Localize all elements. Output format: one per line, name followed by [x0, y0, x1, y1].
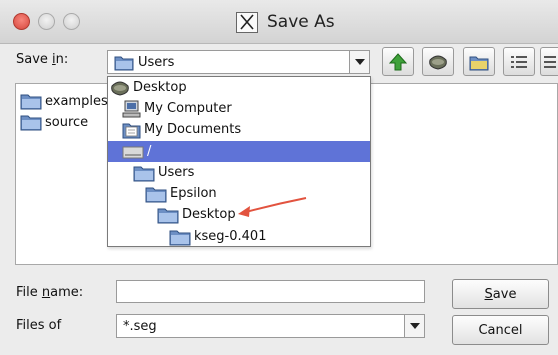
- files-of-selected-text: *.seg: [123, 318, 157, 334]
- title-wrap: Save As: [236, 11, 335, 33]
- dropdown-item-users[interactable]: Users: [108, 162, 370, 183]
- save-in-label: Save in:: [16, 52, 68, 67]
- folder-icon: [145, 187, 167, 202]
- list-item[interactable]: examples: [20, 92, 108, 110]
- chevron-down-icon[interactable]: [349, 51, 369, 73]
- list-item[interactable]: source: [20, 113, 88, 131]
- file-name-text: source: [45, 114, 89, 130]
- save-in-label-post: n:: [55, 52, 69, 67]
- save-in-selected-text: Users: [138, 54, 175, 70]
- save-mnemonic: S: [484, 286, 493, 302]
- save-button-label: Save: [485, 287, 517, 302]
- dropdown-item-desktop[interactable]: Desktop: [108, 77, 370, 98]
- save-button[interactable]: Save: [452, 279, 549, 309]
- dropdown-item-my-computer[interactable]: My Computer: [108, 98, 370, 119]
- save-in-value: Users: [108, 54, 349, 71]
- up-arrow-icon: [388, 52, 408, 70]
- close-window-button[interactable]: [13, 13, 30, 30]
- desktop-button[interactable]: [422, 47, 454, 76]
- annotation-arrow-icon: [238, 197, 307, 217]
- folder-icon: [157, 208, 179, 223]
- file-name-input[interactable]: [116, 280, 425, 303]
- folder-icon: [133, 166, 155, 181]
- documents-icon: [122, 123, 141, 138]
- dropdown-item-label: My Documents: [144, 122, 242, 137]
- dropdown-item-label: Desktop: [182, 207, 236, 222]
- maximize-window-button[interactable]: [63, 13, 80, 30]
- window-title: Save As: [267, 12, 335, 32]
- file-name-label-post: ame:: [50, 285, 84, 300]
- folder-icon: [20, 94, 42, 110]
- folder-icon: [114, 56, 134, 70]
- save-in-combo[interactable]: Users: [107, 50, 370, 74]
- file-name-label: File name:: [16, 285, 83, 300]
- save-in-label-pre: Save: [16, 52, 53, 67]
- folder-icon: [169, 230, 191, 245]
- dropdown-item-label: Epsilon: [170, 186, 217, 201]
- dropdown-item-label: Users: [158, 165, 195, 180]
- files-of-label: Files of: [16, 318, 62, 333]
- dropdown-item-label: Desktop: [133, 80, 187, 95]
- save-in-dropdown-list: Desktop My Computer My Documents / Users…: [107, 76, 371, 247]
- dropdown-item-root[interactable]: /: [108, 141, 370, 162]
- files-of-combo[interactable]: *.seg: [116, 314, 425, 338]
- title-bar: Save As: [0, 0, 558, 44]
- dropdown-item-label: kseg-0.401: [194, 229, 267, 244]
- folder-icon: [20, 115, 42, 131]
- dropdown-item-label: My Computer: [144, 101, 232, 116]
- dropdown-item-kseg[interactable]: kseg-0.401: [108, 226, 370, 247]
- files-of-value: *.seg: [117, 319, 404, 334]
- up-one-level-button[interactable]: [382, 47, 414, 76]
- dropdown-item-label: /: [147, 144, 152, 159]
- details-view-icon: [543, 55, 556, 68]
- x11-icon: [236, 11, 258, 33]
- chevron-down-icon[interactable]: [404, 315, 424, 337]
- file-name-label-pre: File: [16, 285, 42, 300]
- file-name-label-mnemonic: n: [41, 285, 51, 300]
- dropdown-item-my-documents[interactable]: My Documents: [108, 119, 370, 140]
- list-view-icon: [511, 55, 527, 68]
- save-rest: ave: [492, 286, 517, 302]
- list-view-button[interactable]: [503, 47, 535, 76]
- save-as-dialog: Save As Save in: Users examples source D…: [0, 0, 558, 355]
- details-view-button[interactable]: [540, 47, 558, 76]
- cancel-button[interactable]: Cancel: [452, 315, 549, 345]
- computer-icon: [122, 100, 141, 117]
- new-folder-icon: [469, 56, 489, 70]
- new-folder-button[interactable]: [463, 47, 495, 76]
- desktop-icon: [429, 55, 447, 70]
- file-name-text: examples: [45, 93, 108, 109]
- desktop-icon: [111, 81, 129, 96]
- minimize-window-button[interactable]: [38, 13, 55, 30]
- drive-icon: [122, 146, 144, 158]
